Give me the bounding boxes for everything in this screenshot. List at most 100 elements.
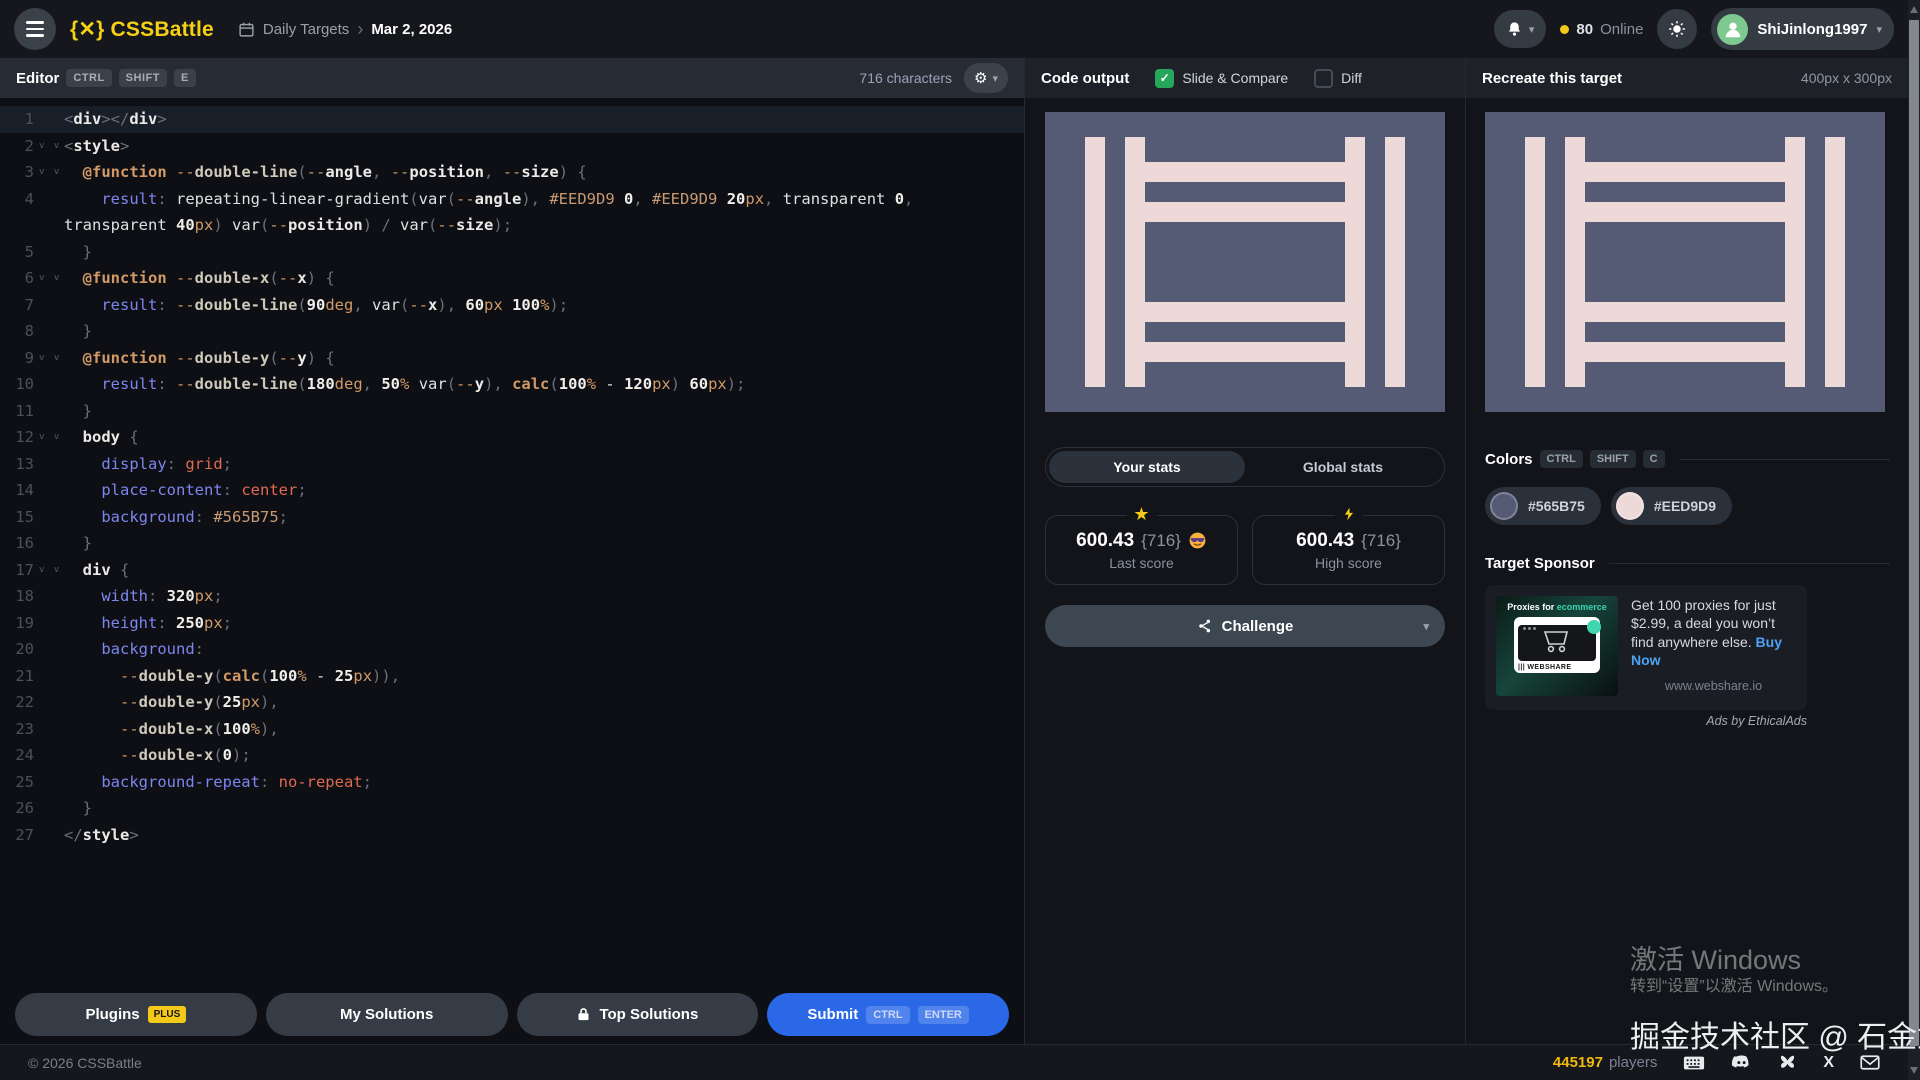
code-output-canvas[interactable] xyxy=(1045,112,1445,412)
cssbattle-logo[interactable]: {✕}CSSBattle xyxy=(70,17,214,42)
code-line[interactable]: 20 background: xyxy=(0,636,1024,663)
x-twitter-icon[interactable]: X xyxy=(1823,1054,1834,1072)
tab-global-stats[interactable]: Global stats xyxy=(1245,451,1441,483)
code-line[interactable]: 1<div></div> xyxy=(0,106,1024,133)
code-line[interactable]: 15 background: #565B75; xyxy=(0,504,1024,531)
user-menu-button[interactable]: ShiJinlong1997 ▾ xyxy=(1711,8,1894,50)
top-solutions-button[interactable]: Top Solutions xyxy=(517,993,759,1036)
target-canvas[interactable] xyxy=(1485,112,1885,412)
online-status: 80 Online xyxy=(1560,21,1643,38)
keyboard-icon[interactable] xyxy=(1683,1055,1705,1071)
fold-icon: v v xyxy=(34,159,64,186)
color-pill-foreground[interactable]: #EED9D9 xyxy=(1611,487,1732,525)
code-line[interactable]: 19 height: 250px; xyxy=(0,610,1024,637)
code-editor[interactable]: 1<div></div>2v v<style>3v v @function --… xyxy=(0,98,1024,982)
challenge-label: Challenge xyxy=(1222,618,1294,635)
editor-header: Editor CTRL SHIFT E 716 characters ⚙ ▾ xyxy=(0,58,1024,98)
kbd-ctrl: CTRL xyxy=(66,69,111,87)
breadcrumb-daily-targets[interactable]: Daily Targets xyxy=(263,21,349,38)
last-score-chars: {716} xyxy=(1141,531,1181,551)
notifications-button[interactable]: ▾ xyxy=(1494,10,1547,48)
code-line[interactable]: 18 width: 320px; xyxy=(0,583,1024,610)
code-line[interactable]: 2v v<style> xyxy=(0,133,1024,160)
gear-icon: ⚙ xyxy=(974,69,987,87)
page-scrollbar[interactable] xyxy=(1908,0,1920,1080)
color-swatch xyxy=(1490,492,1518,520)
submit-button[interactable]: Submit CTRL ENTER xyxy=(767,993,1009,1036)
chevron-down-icon: ▾ xyxy=(992,72,998,85)
checkbox-checked-icon[interactable]: ✓ xyxy=(1155,69,1174,88)
high-score-chars: {716} xyxy=(1361,531,1401,551)
code-line[interactable]: 24 --double-x(0); xyxy=(0,742,1024,769)
plugins-button[interactable]: Plugins PLUS xyxy=(15,993,257,1036)
code-line[interactable]: 14 place-content: center; xyxy=(0,477,1024,504)
code-line[interactable]: 25 background-repeat: no-repeat; xyxy=(0,769,1024,796)
ad-image-title-accent: ecommerce xyxy=(1557,602,1607,612)
divider xyxy=(1679,459,1890,460)
target-title: Recreate this target xyxy=(1482,70,1622,87)
tab-your-stats[interactable]: Your stats xyxy=(1049,451,1245,483)
scroll-down-arrow-icon[interactable] xyxy=(1910,1067,1918,1074)
lightning-icon xyxy=(1335,505,1363,523)
diff-checkbox[interactable]: Diff xyxy=(1314,69,1362,88)
scroll-up-arrow-icon[interactable] xyxy=(1910,6,1918,13)
code-line[interactable]: 6v v @function --double-x(--x) { xyxy=(0,265,1024,292)
submit-label: Submit xyxy=(807,1006,858,1023)
fold-icon: v v xyxy=(34,424,64,451)
credit-watermark: 掘金技术社区 @ 石金龙 xyxy=(1630,1012,1920,1056)
top-solutions-label: Top Solutions xyxy=(599,1006,698,1023)
share-icon xyxy=(1197,618,1213,634)
code-line[interactable]: 22 --double-y(25px), xyxy=(0,689,1024,716)
bluesky-icon[interactable] xyxy=(1778,1054,1797,1071)
code-line[interactable]: 23 --double-x(100%), xyxy=(0,716,1024,743)
star-icon: ★ xyxy=(1126,505,1156,523)
challenge-button[interactable]: Challenge ▾ xyxy=(1045,605,1445,647)
email-icon[interactable] xyxy=(1860,1055,1880,1070)
slide-compare-checkbox[interactable]: ✓ Slide & Compare xyxy=(1155,69,1288,88)
code-line[interactable]: 10 result: --double-line(180deg, 50% var… xyxy=(0,371,1024,398)
editor-title: Editor xyxy=(16,70,59,87)
checkbox-unchecked-icon[interactable] xyxy=(1314,69,1333,88)
sponsor-ad-image[interactable]: Proxies for ecommerce ||| WEBSHARE xyxy=(1496,596,1618,696)
ads-attribution[interactable]: Ads by EthicalAds xyxy=(1485,714,1807,728)
scrollbar-thumb[interactable] xyxy=(1909,20,1919,1046)
hamburger-menu-button[interactable] xyxy=(14,8,56,50)
ad-browser-illustration: ||| WEBSHARE xyxy=(1514,617,1600,673)
code-line[interactable]: 26 } xyxy=(0,795,1024,822)
code-line[interactable]: 27</style> xyxy=(0,822,1024,849)
code-output-pane: Code output ✓ Slide & Compare Diff Your … xyxy=(1024,58,1465,1044)
code-line[interactable]: 12v v body { xyxy=(0,424,1024,451)
theme-toggle-button[interactable] xyxy=(1657,9,1697,49)
code-line[interactable]: 17v v div { xyxy=(0,557,1024,584)
bell-icon xyxy=(1506,21,1523,38)
code-line[interactable]: 9v v @function --double-y(--y) { xyxy=(0,345,1024,372)
code-line[interactable]: 16 } xyxy=(0,530,1024,557)
code-line[interactable]: 21 --double-y(calc(100% - 25px)), xyxy=(0,663,1024,690)
breadcrumb-separator: › xyxy=(357,19,363,40)
ad-badge-dot xyxy=(1587,620,1601,634)
editor-settings-button[interactable]: ⚙ ▾ xyxy=(964,63,1008,93)
editor-pane: Editor CTRL SHIFT E 716 characters ⚙ ▾ 1… xyxy=(0,58,1024,1044)
code-line[interactable]: 4 result: repeating-linear-gradient(var(… xyxy=(0,186,1024,239)
code-line[interactable]: 13 display: grid; xyxy=(0,451,1024,478)
kbd-e: E xyxy=(174,69,196,87)
last-score-value: 600.43 xyxy=(1076,530,1134,552)
sponsor-ad-card: Proxies for ecommerce ||| WEBSHARE xyxy=(1485,585,1807,710)
my-solutions-button[interactable]: My Solutions xyxy=(266,993,508,1036)
output-ladder-shape xyxy=(1085,137,1405,387)
code-line[interactable]: 8 } xyxy=(0,318,1024,345)
kbd-enter: ENTER xyxy=(918,1006,969,1024)
fold-icon: v v xyxy=(34,557,64,584)
code-line[interactable]: 3v v @function --double-line(--angle, --… xyxy=(0,159,1024,186)
logo-icon: {✕} xyxy=(70,17,105,42)
output-title: Code output xyxy=(1041,70,1129,87)
footer-right: 445197 players X xyxy=(1553,1054,1880,1072)
username: ShiJinlong1997 xyxy=(1757,21,1867,38)
code-line[interactable]: 11 } xyxy=(0,398,1024,425)
code-line[interactable]: 5 } xyxy=(0,239,1024,266)
chevron-down-icon: ▾ xyxy=(1876,23,1882,36)
code-line[interactable]: 7 result: --double-line(90deg, var(--x),… xyxy=(0,292,1024,319)
brand-name: CSSBattle xyxy=(111,18,214,42)
color-pill-background[interactable]: #565B75 xyxy=(1485,487,1601,525)
discord-icon[interactable] xyxy=(1731,1055,1752,1071)
